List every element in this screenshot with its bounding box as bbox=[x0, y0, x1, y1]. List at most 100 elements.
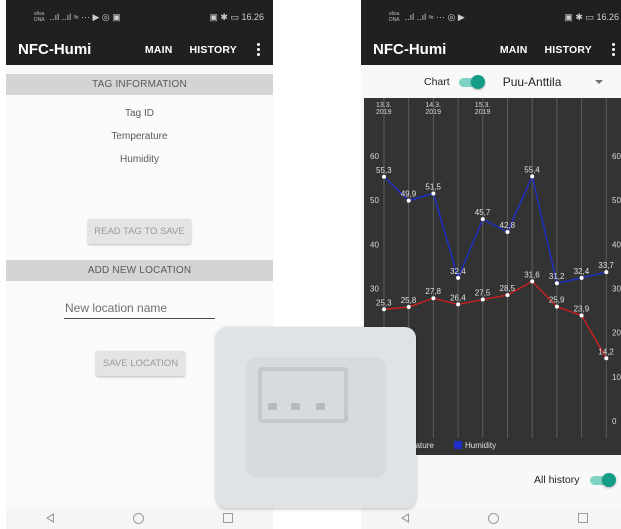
data-point-humidity bbox=[456, 275, 461, 280]
y-tick-label-right: 50 bbox=[612, 196, 621, 205]
data-point-temperature bbox=[554, 304, 559, 309]
data-label-humidity: 51,5 bbox=[425, 183, 441, 192]
read-tag-button[interactable]: READ TAG TO SAVE bbox=[88, 219, 191, 244]
data-label-humidity: 49,9 bbox=[401, 190, 417, 199]
y-tick-label-right: 10 bbox=[612, 373, 621, 382]
save-location-button[interactable]: SAVE LOCATION bbox=[96, 351, 185, 376]
dropdown-arrow-icon[interactable] bbox=[595, 79, 604, 84]
data-point-humidity bbox=[431, 191, 436, 196]
y-tick-label-right: 30 bbox=[612, 285, 621, 294]
data-label-humidity: 33,7 bbox=[598, 261, 614, 270]
carrier-label: elisa DNA bbox=[34, 11, 45, 23]
data-point-humidity bbox=[554, 281, 559, 286]
battery-clock: ▣ ✱ ▭ 16.26 bbox=[564, 11, 619, 22]
app-bar: NFC-Humi MAIN HISTORY bbox=[361, 34, 621, 65]
data-label-humidity: 55,4 bbox=[524, 165, 540, 174]
location-name-input[interactable]: New location name bbox=[64, 299, 215, 319]
y-tick-label-right: 0 bbox=[612, 417, 617, 426]
data-label-temperature: 27,5 bbox=[475, 289, 491, 298]
x-date-label: 2019 bbox=[425, 109, 441, 116]
data-label-humidity: 42,8 bbox=[500, 221, 516, 230]
recent-apps-icon[interactable] bbox=[578, 513, 589, 523]
x-date-label: 15.3. bbox=[475, 102, 491, 109]
y-tick-label-left: 30 bbox=[370, 285, 379, 294]
data-label-humidity: 55,3 bbox=[376, 166, 392, 175]
humidity-label: Humidity bbox=[120, 154, 159, 165]
app-title: NFC-Humi bbox=[18, 41, 92, 58]
x-date-label: 2019 bbox=[376, 109, 392, 116]
data-label-temperature: 31,6 bbox=[524, 270, 540, 279]
status-bar: elisa DNA ..ıl ..ıl ≈ ··· ◎ ▶ ▣ ✱ ▭ 16.2… bbox=[361, 0, 621, 34]
overflow-menu-icon[interactable] bbox=[606, 43, 620, 56]
temperature-label: Temperature bbox=[111, 131, 168, 142]
data-point-humidity bbox=[406, 198, 411, 203]
data-point-temperature bbox=[579, 313, 584, 318]
location-dropdown-value[interactable]: Puu-Anttila bbox=[503, 75, 562, 89]
signal-wifi-icons: ..ıl ..ıl ≈ ··· ◎ ▶ bbox=[404, 11, 465, 22]
tag-antenna-frame bbox=[258, 367, 348, 423]
legend-humidity-label: Humidity bbox=[465, 441, 496, 450]
data-point-humidity bbox=[579, 275, 584, 280]
data-label-humidity: 45,7 bbox=[475, 208, 491, 217]
tag-plus-mark: + bbox=[343, 411, 351, 425]
menu-main[interactable]: MAIN bbox=[145, 44, 173, 56]
data-label-temperature: 25,8 bbox=[401, 296, 417, 305]
recent-apps-icon[interactable] bbox=[223, 513, 234, 523]
y-tick-label-right: 60 bbox=[612, 152, 621, 161]
data-label-humidity: 32,4 bbox=[574, 267, 590, 276]
menu-history[interactable]: HISTORY bbox=[545, 44, 593, 56]
menu-history[interactable]: HISTORY bbox=[190, 44, 238, 56]
battery-clock: ▣ ✱ ▭ 16.26 bbox=[209, 11, 264, 22]
navigation-bar bbox=[6, 507, 273, 529]
x-date-label: 13.3. bbox=[376, 102, 392, 109]
data-point-temperature bbox=[431, 296, 436, 301]
series-line-temperature bbox=[383, 280, 607, 359]
legend-humidity-swatch bbox=[454, 441, 462, 449]
tag-chip-dot bbox=[316, 403, 325, 410]
status-bar: elisa DNA ..ıl ..ıl ≈ ··· ▶ ◎ ▣ ▣ ✱ ▭ 16… bbox=[6, 0, 273, 34]
y-tick-label-left: 40 bbox=[370, 240, 379, 249]
menu-main[interactable]: MAIN bbox=[500, 44, 528, 56]
all-history-toggle[interactable] bbox=[590, 473, 616, 487]
y-tick-label-right: 20 bbox=[612, 329, 621, 338]
carrier-label: elisa DNA bbox=[389, 11, 400, 23]
data-label-humidity: 32,4 bbox=[450, 267, 466, 276]
home-icon[interactable] bbox=[487, 512, 499, 524]
back-icon[interactable] bbox=[45, 513, 54, 523]
data-label-temperature: 25,9 bbox=[549, 296, 565, 305]
app-title: NFC-Humi bbox=[373, 41, 447, 58]
data-label-temperature: 26,4 bbox=[450, 293, 466, 302]
tag-chip-dot bbox=[291, 403, 300, 410]
y-tick-label-left: 60 bbox=[370, 152, 379, 161]
data-point-humidity bbox=[505, 229, 510, 234]
data-label-temperature: 14,2 bbox=[598, 347, 614, 356]
x-date-label: 14.3. bbox=[425, 102, 441, 109]
overflow-menu-icon[interactable] bbox=[251, 43, 265, 56]
signal-wifi-icons: ..ıl ..ıl ≈ ··· ▶ ◎ ▣ bbox=[49, 11, 121, 22]
data-point-temperature bbox=[530, 279, 535, 284]
chart-controls: Chart Puu-Anttila bbox=[361, 65, 621, 98]
y-tick-label-left: 50 bbox=[370, 196, 379, 205]
tag-information-header: TAG INFORMATION bbox=[6, 74, 273, 95]
data-point-humidity bbox=[480, 217, 485, 222]
data-label-humidity: 31,2 bbox=[549, 272, 565, 281]
tag-id-label: Tag ID bbox=[125, 108, 154, 119]
data-label-temperature: 25,3 bbox=[376, 298, 392, 307]
data-label-temperature: 27,8 bbox=[425, 287, 441, 296]
app-bar: NFC-Humi MAIN HISTORY bbox=[6, 34, 273, 65]
chart-toggle[interactable] bbox=[458, 74, 485, 89]
y-tick-label-right: 40 bbox=[612, 240, 621, 249]
data-point-humidity bbox=[530, 174, 535, 179]
data-point-temperature bbox=[480, 297, 485, 302]
data-point-temperature bbox=[505, 293, 510, 298]
x-date-label: 2019 bbox=[475, 109, 491, 116]
back-icon[interactable] bbox=[400, 513, 409, 523]
navigation-bar bbox=[361, 507, 621, 529]
data-point-temperature bbox=[604, 356, 609, 361]
add-location-header: ADD NEW LOCATION bbox=[6, 260, 273, 281]
data-point-temperature bbox=[406, 305, 411, 310]
nfc-tag-photo: + bbox=[216, 327, 416, 508]
data-point-humidity bbox=[604, 270, 609, 275]
data-point-humidity bbox=[382, 174, 386, 179]
home-icon[interactable] bbox=[132, 512, 144, 524]
